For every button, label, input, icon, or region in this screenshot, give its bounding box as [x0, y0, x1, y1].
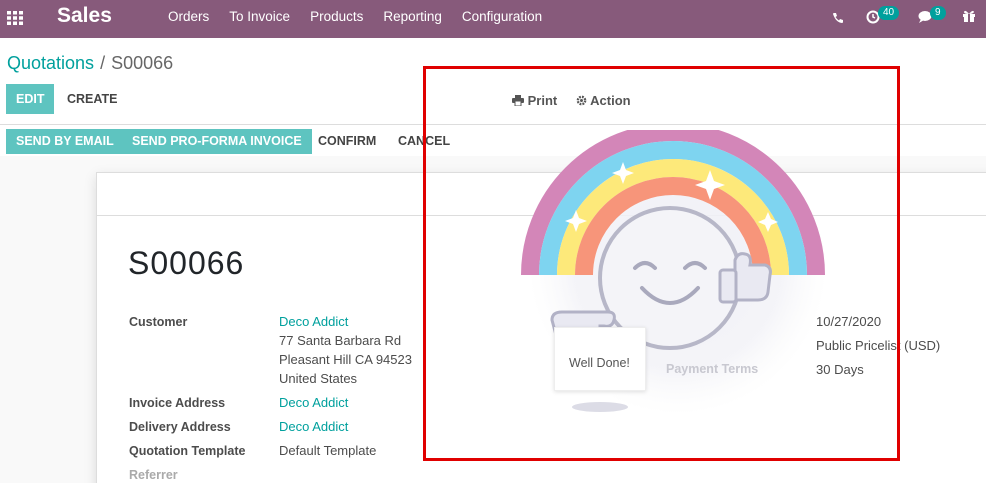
quotation-template-value[interactable]: Default Template: [279, 443, 376, 458]
app-brand[interactable]: Sales: [57, 4, 112, 28]
menu-products[interactable]: Products: [310, 9, 363, 24]
menu-configuration[interactable]: Configuration: [462, 9, 542, 24]
top-navbar: Sales Orders To Invoice Products Reporti…: [0, 0, 986, 38]
breadcrumb: Quotations / S00066: [7, 53, 173, 74]
customer-label: Customer: [129, 315, 188, 329]
confirm-button[interactable]: CONFIRM: [308, 129, 386, 154]
menu-orders[interactable]: Orders: [168, 9, 209, 24]
breadcrumb-separator: /: [100, 53, 106, 73]
highlight-box: [423, 66, 900, 461]
apps-grid-icon[interactable]: [7, 11, 23, 25]
delivery-address-link[interactable]: Deco Addict: [279, 419, 348, 434]
invoice-address-link[interactable]: Deco Addict: [279, 395, 348, 410]
send-by-email-button[interactable]: SEND BY EMAIL: [6, 129, 124, 154]
address-line-3: United States: [279, 371, 358, 386]
create-button[interactable]: CREATE: [57, 84, 127, 114]
quotation-template-label: Quotation Template: [129, 444, 246, 458]
referrer-label: Referrer: [129, 468, 178, 482]
menu-reporting[interactable]: Reporting: [383, 9, 442, 24]
address-line-2: Pleasant Hill CA 94523: [279, 352, 412, 367]
customer-link[interactable]: Deco Addict: [279, 314, 348, 329]
breadcrumb-current: S00066: [111, 53, 174, 73]
main-menu: Orders To Invoice Products Reporting Con…: [168, 9, 562, 24]
address-line-1: 77 Santa Barbara Rd: [279, 333, 402, 348]
phone-icon[interactable]: [832, 11, 844, 29]
message-count-badge: 9: [930, 6, 946, 20]
edit-button[interactable]: EDIT: [6, 84, 55, 114]
gift-icon[interactable]: [962, 9, 976, 28]
activity-count-badge: 40: [878, 6, 900, 20]
invoice-address-label: Invoice Address: [129, 396, 226, 410]
breadcrumb-quotations-link[interactable]: Quotations: [7, 53, 94, 73]
delivery-address-label: Delivery Address: [129, 420, 231, 434]
send-proforma-invoice-button[interactable]: SEND PRO-FORMA INVOICE: [122, 129, 312, 154]
quotation-number: S00066: [128, 245, 245, 281]
menu-to-invoice[interactable]: To Invoice: [229, 9, 290, 24]
